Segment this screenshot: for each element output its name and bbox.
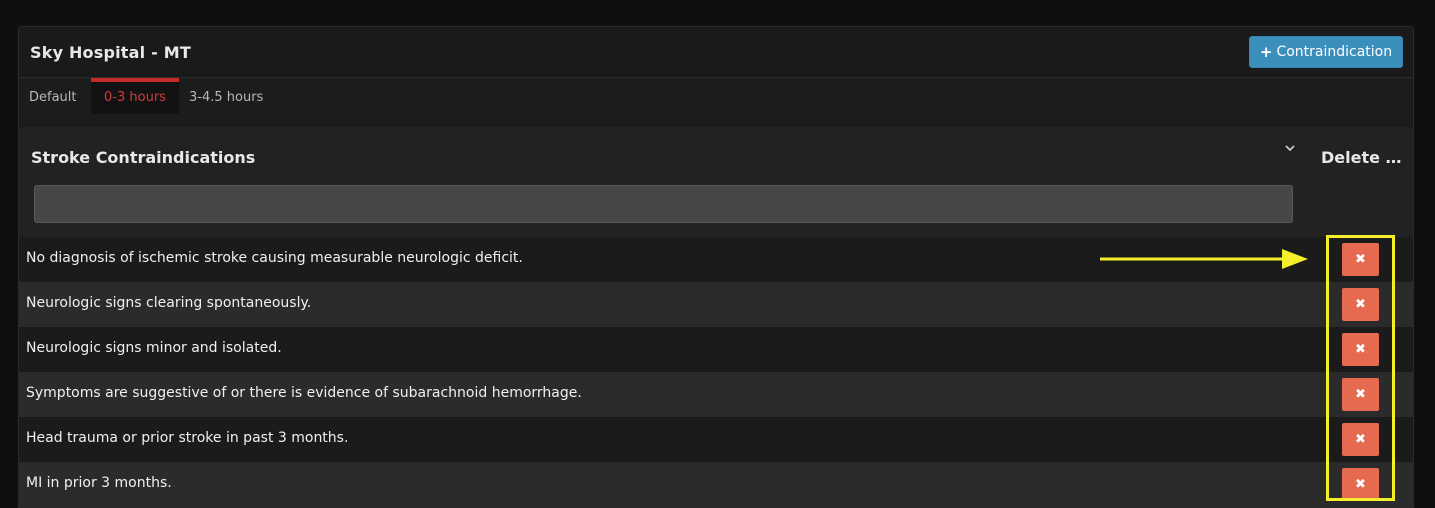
- delete-button[interactable]: ✖: [1342, 333, 1379, 366]
- close-icon: ✖: [1355, 387, 1366, 402]
- close-icon: ✖: [1355, 477, 1366, 492]
- table-row: No diagnosis of ischemic stroke causing …: [19, 237, 1413, 282]
- table-row: Neurologic signs minor and isolated. ✖: [19, 327, 1413, 372]
- tab-3-4-5-hours[interactable]: 3-4.5 hours: [189, 78, 263, 114]
- delete-button[interactable]: ✖: [1342, 423, 1379, 456]
- delete-button[interactable]: ✖: [1342, 243, 1379, 276]
- add-contraindication-button[interactable]: + Contraindication: [1249, 36, 1403, 68]
- row-text: Neurologic signs clearing spontaneously.: [26, 295, 312, 311]
- tab-0-3-hours[interactable]: 0-3 hours: [91, 78, 179, 114]
- close-icon: ✖: [1355, 297, 1366, 312]
- table-row: Head trauma or prior stroke in past 3 mo…: [19, 417, 1413, 462]
- plus-icon: +: [1259, 43, 1273, 61]
- filter-input[interactable]: [34, 185, 1293, 223]
- close-icon: ✖: [1355, 252, 1366, 267]
- delete-button[interactable]: ✖: [1342, 378, 1379, 411]
- row-text: No diagnosis of ischemic stroke causing …: [26, 250, 523, 266]
- add-contraindication-label: Contraindication: [1276, 44, 1393, 60]
- table-row: Symptoms are suggestive of or there is e…: [19, 372, 1413, 417]
- hospital-panel: Sky Hospital - MT + Contraindication Def…: [18, 26, 1414, 508]
- column-header-contraindications[interactable]: Stroke Contraindications: [31, 148, 255, 167]
- row-text: Symptoms are suggestive of or there is e…: [26, 385, 582, 401]
- contraindications-table: Stroke Contraindications Delete … No dia…: [19, 127, 1413, 507]
- table-row: MI in prior 3 months. ✖: [19, 462, 1413, 507]
- table-header: Stroke Contraindications Delete …: [19, 127, 1413, 237]
- tab-bar: Default 0-3 hours 3-4.5 hours: [19, 78, 1413, 114]
- row-text: Head trauma or prior stroke in past 3 mo…: [26, 430, 349, 446]
- page-title: Sky Hospital - MT: [30, 43, 191, 62]
- row-text: Neurologic signs minor and isolated.: [26, 340, 282, 356]
- table-row: Neurologic signs clearing spontaneously.…: [19, 282, 1413, 327]
- delete-button[interactable]: ✖: [1342, 468, 1379, 501]
- close-icon: ✖: [1355, 432, 1366, 447]
- tab-default[interactable]: Default: [29, 78, 77, 114]
- delete-button[interactable]: ✖: [1342, 288, 1379, 321]
- row-text: MI in prior 3 months.: [26, 475, 172, 491]
- chevron-down-icon[interactable]: [1283, 141, 1297, 155]
- close-icon: ✖: [1355, 342, 1366, 357]
- column-header-delete[interactable]: Delete …: [1321, 148, 1402, 167]
- panel-header: Sky Hospital - MT + Contraindication: [19, 27, 1413, 78]
